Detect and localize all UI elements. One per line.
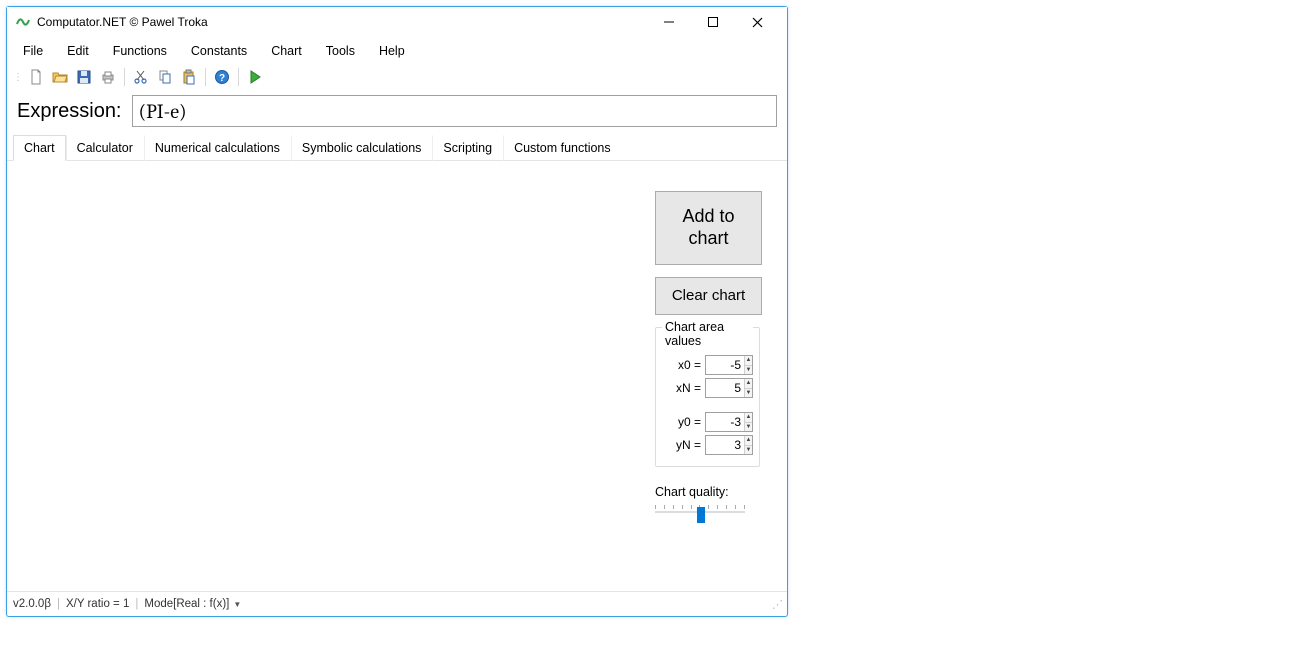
- expression-label: Expression:: [17, 100, 122, 123]
- menu-constants[interactable]: Constants: [181, 41, 257, 61]
- menu-functions[interactable]: Functions: [103, 41, 177, 61]
- tab-chart[interactable]: Chart: [13, 135, 66, 161]
- toolbar-separator: [205, 68, 206, 86]
- status-ratio: X/Y ratio = 1: [66, 598, 129, 610]
- tab-numerical[interactable]: Numerical calculations: [144, 135, 291, 161]
- tab-scripting[interactable]: Scripting: [432, 135, 503, 161]
- clear-chart-button[interactable]: Clear chart: [655, 277, 762, 315]
- y0-input[interactable]: [706, 413, 744, 431]
- new-file-icon[interactable]: [25, 67, 47, 87]
- spin-down-icon[interactable]: ▼: [745, 446, 752, 455]
- spin-down-icon[interactable]: ▼: [745, 366, 752, 375]
- spin-down-icon[interactable]: ▼: [745, 389, 752, 398]
- resize-grip-icon[interactable]: ⋰: [772, 598, 781, 611]
- cut-icon[interactable]: [130, 67, 152, 87]
- menu-chart[interactable]: Chart: [261, 41, 312, 61]
- spin-up-icon[interactable]: ▲: [745, 436, 752, 446]
- copy-icon[interactable]: [154, 67, 176, 87]
- toolbar-grip: ⋮: [11, 72, 23, 83]
- expression-input[interactable]: [132, 95, 778, 127]
- tab-symbolic[interactable]: Symbolic calculations: [291, 135, 433, 161]
- svg-text:?: ?: [219, 73, 225, 84]
- spin-up-icon[interactable]: ▲: [745, 413, 752, 423]
- paste-icon[interactable]: [178, 67, 200, 87]
- menu-tools[interactable]: Tools: [316, 41, 365, 61]
- slider-thumb[interactable]: [697, 507, 705, 523]
- chart-area-values-group: Chart area values x0 = ▲▼ xN = ▲▼: [655, 327, 760, 467]
- help-icon[interactable]: ?: [211, 67, 233, 87]
- status-mode-dropdown-icon[interactable]: ▼: [233, 600, 241, 609]
- y0-label: y0 =: [665, 415, 701, 429]
- spin-up-icon[interactable]: ▲: [745, 356, 752, 366]
- menu-edit[interactable]: Edit: [57, 41, 99, 61]
- content-area: Add to chart Clear chart Chart area valu…: [7, 161, 787, 591]
- save-icon[interactable]: [73, 67, 95, 87]
- statusbar: v2.0.0β | X/Y ratio = 1 | Mode[Real : f(…: [7, 591, 787, 616]
- yN-input[interactable]: [706, 436, 744, 454]
- menubar: File Edit Functions Constants Chart Tool…: [7, 37, 787, 65]
- title-controls: [647, 8, 779, 36]
- expression-row: Expression:: [7, 91, 787, 135]
- toolbar-separator: [124, 68, 125, 86]
- chart-quality-label: Chart quality:: [655, 485, 775, 499]
- x0-input[interactable]: [706, 356, 744, 374]
- chart-quality-area: Chart quality:: [655, 485, 775, 525]
- chart-canvas[interactable]: [7, 161, 655, 591]
- menu-help[interactable]: Help: [369, 41, 415, 61]
- run-icon[interactable]: [244, 67, 266, 87]
- tab-custom[interactable]: Custom functions: [503, 135, 622, 161]
- add-to-chart-button[interactable]: Add to chart: [655, 191, 762, 265]
- app-window: Computator.NET © Pawel Troka File Edit F…: [6, 6, 788, 617]
- window-title: Computator.NET © Pawel Troka: [37, 15, 647, 29]
- y0-spinner[interactable]: ▲▼: [705, 412, 753, 432]
- xN-spinner[interactable]: ▲▼: [705, 378, 753, 398]
- group-legend: Chart area values: [662, 320, 753, 348]
- status-mode: Mode[Real : f(x)]: [144, 598, 229, 610]
- app-icon: [15, 14, 31, 30]
- print-icon[interactable]: [97, 67, 119, 87]
- x0-label: x0 =: [665, 358, 701, 372]
- minimize-button[interactable]: [647, 8, 691, 36]
- yN-spinner[interactable]: ▲▼: [705, 435, 753, 455]
- toolbar: ⋮ ?: [7, 65, 787, 91]
- xN-label: xN =: [665, 381, 701, 395]
- status-version: v2.0.0β: [13, 598, 51, 610]
- chart-quality-slider[interactable]: [655, 505, 745, 525]
- open-folder-icon[interactable]: [49, 67, 71, 87]
- toolbar-separator: [238, 68, 239, 86]
- titlebar: Computator.NET © Pawel Troka: [7, 7, 787, 37]
- maximize-button[interactable]: [691, 8, 735, 36]
- spin-up-icon[interactable]: ▲: [745, 379, 752, 389]
- x0-spinner[interactable]: ▲▼: [705, 355, 753, 375]
- close-button[interactable]: [735, 8, 779, 36]
- yN-label: yN =: [665, 438, 701, 452]
- tabstrip: Chart Calculator Numerical calculations …: [7, 135, 787, 161]
- menu-file[interactable]: File: [13, 41, 53, 61]
- side-panel: Add to chart Clear chart Chart area valu…: [655, 161, 787, 591]
- spin-down-icon[interactable]: ▼: [745, 423, 752, 432]
- tab-calculator[interactable]: Calculator: [66, 135, 144, 161]
- xN-input[interactable]: [706, 379, 744, 397]
